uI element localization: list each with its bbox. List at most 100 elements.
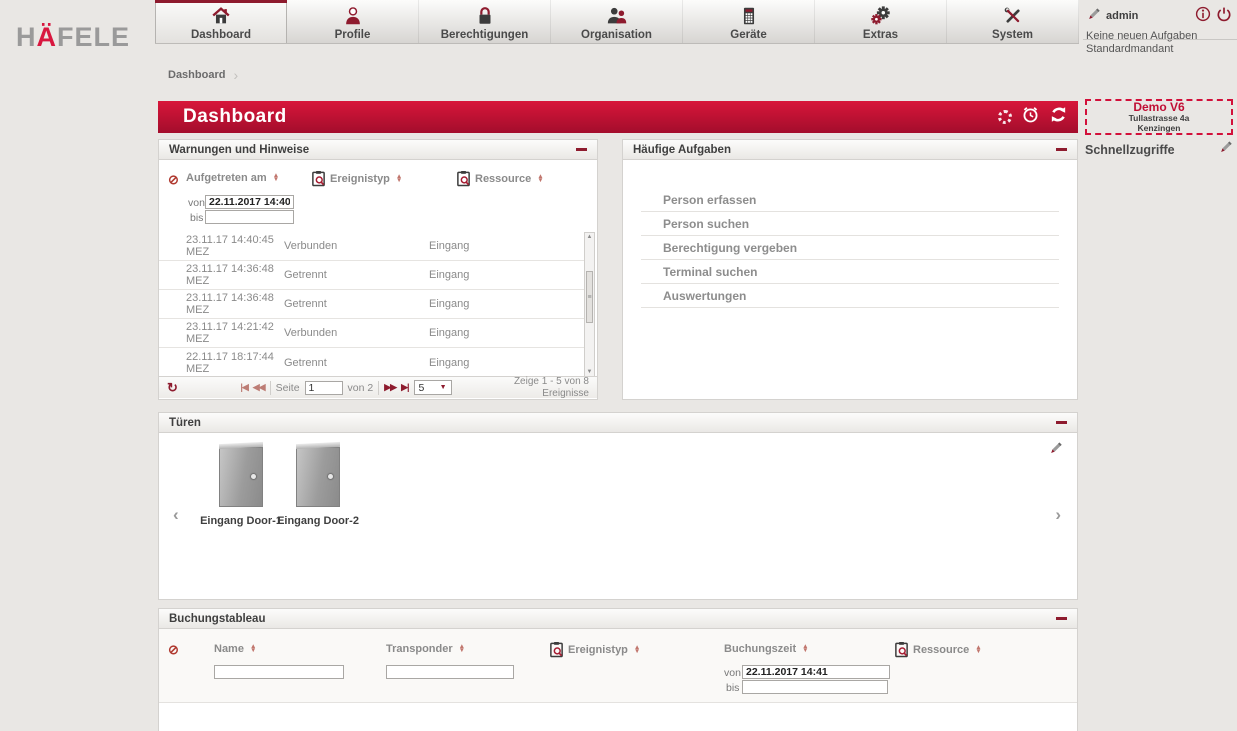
people-icon [606, 5, 628, 27]
page-number-input[interactable] [305, 381, 343, 395]
carousel-right-icon[interactable]: › [1055, 505, 1061, 525]
filter-name-input[interactable] [214, 665, 344, 679]
von-label: von [188, 197, 205, 209]
sort-icon[interactable]: ▲▼ [634, 646, 640, 653]
calculator-icon [738, 5, 760, 27]
scroll-down-icon[interactable]: ▼ [585, 369, 594, 375]
task-link-berechtigung-vergeben[interactable]: Berechtigung vergeben [641, 236, 1059, 260]
scrollbar-thumb[interactable]: ≡ [586, 271, 593, 323]
minimize-icon[interactable] [1056, 617, 1067, 620]
clear-filter-icon[interactable]: ⊘ [168, 172, 179, 188]
tab-dashboard[interactable]: Dashboard [155, 0, 287, 43]
clear-filter-icon[interactable]: ⊘ [168, 642, 179, 658]
sort-icon[interactable]: ▲▼ [250, 645, 256, 652]
page-size-select[interactable]: 5 ▼ [414, 380, 452, 395]
minimize-icon[interactable] [1056, 421, 1067, 424]
pager-first-button[interactable]: |◀ [240, 382, 247, 393]
edit-user-icon[interactable] [1086, 7, 1101, 25]
sort-icon[interactable]: ▲▼ [273, 174, 279, 181]
table-row[interactable]: 22.11.17 18:17:44 MEZGetrenntEingang [159, 348, 587, 377]
breadcrumb: Dashboard › [168, 67, 238, 83]
door-item[interactable]: Eingang Door-1 [205, 447, 277, 527]
sort-icon[interactable]: ▲▼ [459, 645, 465, 652]
filter-select-icon[interactable] [549, 641, 564, 658]
chevron-down-icon: ▼ [440, 384, 447, 391]
column-header-name[interactable]: Name ▲▼ [214, 643, 256, 655]
minimize-icon[interactable] [576, 148, 587, 151]
breadcrumb-item[interactable]: Dashboard [168, 69, 225, 81]
filter-transponder-input[interactable] [386, 665, 514, 679]
filter-von-input[interactable] [742, 665, 890, 679]
sort-icon[interactable]: ▲▼ [802, 645, 808, 652]
table-row[interactable]: 23.11.17 14:21:42 MEZVerbundenEingang [159, 319, 587, 348]
haefele-logo: HÄFELE [16, 22, 130, 53]
column-header-transponder[interactable]: Transponder ▲▼ [386, 643, 465, 655]
warnings-panel-title: Warnungen und Hinweise [169, 144, 309, 156]
reload-icon[interactable]: ↻ [167, 380, 178, 396]
scrollbar[interactable]: ▲ ≡ ▼ [584, 232, 595, 377]
von-label: von [724, 667, 741, 679]
sort-icon[interactable]: ▲▼ [975, 646, 981, 653]
tasks-status[interactable]: Keine neuen Aufgaben [1086, 30, 1232, 42]
tab-label: Dashboard [191, 29, 251, 41]
filter-von-input[interactable] [205, 195, 294, 209]
info-icon[interactable] [1195, 6, 1211, 25]
column-header-ereignistyp[interactable]: Ereignistyp ▲▼ [311, 170, 402, 187]
alarm-icon[interactable] [1021, 105, 1040, 129]
column-header-ressource[interactable]: Ressource ▲▼ [894, 641, 982, 658]
pager-last-button[interactable]: ▶| [401, 382, 408, 393]
task-link-person-suchen[interactable]: Person suchen [641, 212, 1059, 236]
bookings-panel: Buchungstableau ⊘ Name ▲▼ Transponder ▲▼… [158, 608, 1078, 731]
minimize-icon[interactable] [1056, 148, 1067, 151]
carousel-left-icon[interactable]: ‹ [173, 505, 179, 525]
filter-select-icon[interactable] [311, 170, 326, 187]
table-row[interactable]: 23.11.17 14:40:45 MEZVerbundenEingang [159, 232, 587, 261]
column-header-aufgetreten[interactable]: Aufgetreten am ▲▼ [186, 172, 279, 184]
refresh-icon[interactable] [1049, 105, 1068, 129]
table-row[interactable]: 23.11.17 14:36:48 MEZGetrenntEingang [159, 261, 587, 290]
task-link-terminal-suchen[interactable]: Terminal suchen [641, 260, 1059, 284]
page-title: Dashboard [183, 106, 287, 128]
frequent-tasks-title: Häufige Aufgaben [633, 144, 731, 156]
tab-berechtigungen[interactable]: Berechtigungen [419, 0, 551, 43]
tab-profile[interactable]: Profile [287, 0, 419, 43]
filter-select-icon[interactable] [894, 641, 909, 658]
bis-label: bis [190, 212, 203, 224]
table-row[interactable]: 23.11.17 14:36:48 MEZGetrenntEingang [159, 290, 587, 319]
task-link-person-erfassen[interactable]: Person erfassen [641, 188, 1059, 212]
bookings-panel-body: ⊘ Name ▲▼ Transponder ▲▼ Ereignistyp ▲▼ … [159, 629, 1077, 730]
task-link-auswertungen[interactable]: Auswertungen [641, 284, 1059, 308]
filter-bis-input[interactable] [742, 680, 888, 694]
doors-panel-body: ‹ › Eingang Door-1 Eingang Door-2 [159, 433, 1077, 598]
column-header-ressource[interactable]: Ressource ▲▼ [456, 170, 544, 187]
tab-label: Extras [863, 29, 898, 41]
bis-label: bis [726, 682, 739, 694]
pager-next-button[interactable]: ▶▶ [384, 382, 396, 393]
demo-client-box[interactable]: Demo V6 Tullastrasse 4a Kenzingen [1085, 99, 1233, 135]
edit-doors-icon[interactable] [1048, 441, 1063, 461]
column-header-buchungszeit[interactable]: Buchungszeit ▲▼ [724, 643, 809, 655]
tab-geraete[interactable]: Geräte [683, 0, 815, 43]
pager-prev-button[interactable]: ◀◀ [253, 382, 265, 393]
scroll-up-icon[interactable]: ▲ [585, 234, 594, 240]
column-header-ereignistyp[interactable]: Ereignistyp ▲▼ [549, 641, 640, 658]
warnings-panel-header: Warnungen und Hinweise [159, 140, 597, 160]
tab-organisation[interactable]: Organisation [551, 0, 683, 43]
filter-select-icon[interactable] [456, 170, 471, 187]
logout-icon[interactable] [1216, 6, 1232, 25]
tab-extras[interactable]: Extras [815, 0, 947, 43]
doors-panel: Türen ‹ › Eingang Door-1 Eingang Door-2 [158, 412, 1078, 600]
main-navigation: Dashboard Profile Berechtigungen Organis… [155, 0, 1079, 44]
edit-quick-access-icon[interactable] [1218, 140, 1233, 160]
door-item[interactable]: Eingang Door-2 [282, 447, 354, 527]
filter-bis-input[interactable] [205, 210, 294, 224]
door-icon [296, 447, 340, 507]
sort-icon[interactable]: ▲▼ [537, 175, 543, 182]
sort-icon[interactable]: ▲▼ [396, 175, 402, 182]
tab-system[interactable]: System [947, 0, 1079, 43]
gears-icon [870, 5, 892, 27]
pager-info: Zeige 1 - 5 von 8 Ereignisse [514, 376, 589, 399]
door-label: Eingang Door-2 [277, 515, 359, 527]
frequent-tasks-header: Häufige Aufgaben [623, 140, 1077, 160]
tenant-label[interactable]: Standardmandant [1086, 43, 1173, 55]
